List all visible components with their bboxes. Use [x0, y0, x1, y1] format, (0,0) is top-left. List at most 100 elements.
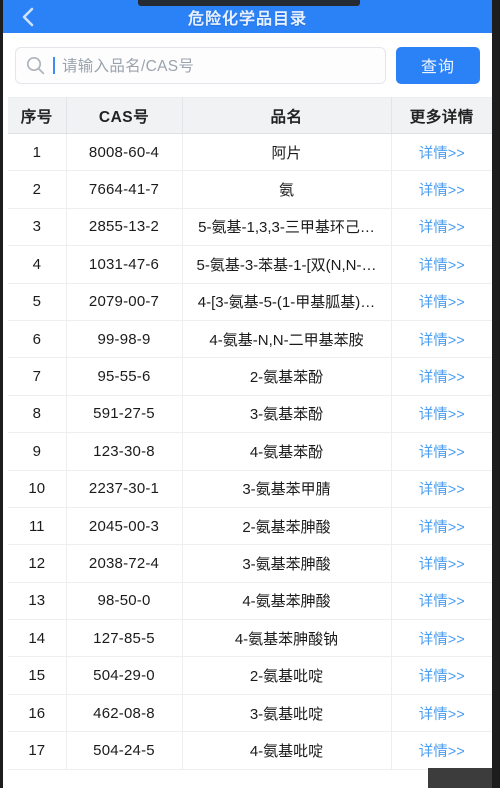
table-row[interactable]: 12 2038-72-4 3-氨基苯胂酸 详情>>: [8, 544, 492, 583]
table-row[interactable]: 6 99-98-9 4-氨基-N,N-二甲基苯胺 详情>>: [8, 320, 492, 359]
table-row[interactable]: 7 95-55-6 2-氨基苯酚 详情>>: [8, 357, 492, 396]
table-row[interactable]: 8 591-27-5 3-氨基苯酚 详情>>: [8, 395, 492, 434]
detail-link[interactable]: 详情>>: [391, 619, 492, 658]
cell-product-name: 5-氨基-1,3,3-三甲基环己…: [182, 208, 392, 247]
cell-index: 10: [8, 470, 67, 508]
detail-link[interactable]: 详情>>: [391, 582, 492, 621]
search-icon: [26, 56, 45, 75]
table-row[interactable]: 9 123-30-8 4-氨基苯酚 详情>>: [8, 432, 492, 471]
table-row[interactable]: 3 2855-13-2 5-氨基-1,3,3-三甲基环己… 详情>>: [8, 208, 492, 247]
detail-link[interactable]: 详情>>: [391, 694, 492, 733]
cell-product-name: 3-氨基苯甲腈: [182, 470, 392, 508]
cell-product-name: 4-氨基苯胂酸钠: [182, 619, 392, 658]
detail-link[interactable]: 详情>>: [391, 470, 492, 508]
table-row[interactable]: 11 2045-00-3 2-氨基苯胂酸 详情>>: [8, 507, 492, 546]
detail-link[interactable]: 详情>>: [391, 170, 492, 209]
search-input[interactable]: 请输入品名/CAS号: [15, 46, 386, 84]
table-row[interactable]: 2 7664-41-7 氨详情>>: [8, 170, 492, 209]
column-header-index: 序号: [8, 97, 67, 134]
cell-index: 2: [8, 170, 67, 209]
table-row[interactable]: 15 504-29-0 2-氨基吡啶 详情>>: [8, 656, 492, 695]
cell-cas-number: 591-27-5: [66, 395, 183, 434]
cell-index: 12: [8, 544, 67, 583]
cell-cas-number: 99-98-9: [66, 320, 183, 359]
table-row[interactable]: 16 462-08-8 3-氨基吡啶 详情>>: [8, 694, 492, 733]
cell-product-name: 2-氨基吡啶: [182, 656, 392, 695]
cell-cas-number: 8008-60-4: [66, 133, 183, 172]
cell-cas-number: 2038-72-4: [66, 544, 183, 583]
cell-product-name: 3-氨基吡啶: [182, 694, 392, 733]
detail-link[interactable]: 详情>>: [391, 357, 492, 396]
cell-product-name: 5-氨基-3-苯基-1-[双(N,N-…: [182, 245, 392, 284]
table-row[interactable]: 13 98-50-0 4-氨基苯胂酸 详情>>: [8, 582, 492, 621]
cell-cas-number: 462-08-8: [66, 694, 183, 733]
table-row[interactable]: 1 8008-60-4 阿片 详情>>: [8, 133, 492, 172]
detail-link[interactable]: 详情>>: [391, 283, 492, 321]
cell-cas-number: 127-85-5: [66, 619, 183, 658]
cell-cas-number: 2855-13-2: [66, 208, 183, 247]
detail-link[interactable]: 详情>>: [391, 656, 492, 695]
column-header-name: 品名: [182, 97, 392, 134]
back-button[interactable]: [13, 0, 43, 33]
text-caret: [53, 56, 55, 74]
page-title: 危险化学品目录: [187, 10, 307, 28]
cell-index: 3: [8, 208, 67, 247]
table-body: 1 8008-60-4 阿片 详情>> 2 7664-41-7 氨详情>> 3 2855-13-…: [8, 133, 492, 770]
cell-cas-number: 2079-00-7: [66, 283, 183, 321]
cell-product-name: 4-[3-氨基-5-(1-甲基胍基)…: [182, 283, 392, 321]
detail-link[interactable]: 详情>>: [391, 432, 492, 471]
phone-notch: [138, 0, 360, 6]
search-bar: 请输入品名/CAS号 查询: [3, 33, 492, 97]
chevron-left-icon: [21, 6, 35, 28]
table-row[interactable]: 4 1031-47-6 5-氨基-3-苯基-1-[双(N,N-… 详情>>: [8, 245, 492, 284]
cell-cas-number: 95-55-6: [66, 357, 183, 396]
cell-cas-number: 2045-00-3: [66, 507, 183, 546]
cell-product-name: 3-氨基苯胂酸: [182, 544, 392, 583]
detail-link[interactable]: 详情>>: [391, 395, 492, 434]
table-row[interactable]: 5 2079-00-7 4-[3-氨基-5-(1-甲基胍基)… 详情>>: [8, 283, 492, 321]
table-row[interactable]: 17 504-24-5 4-氨基吡啶 详情>>: [8, 731, 492, 770]
detail-link[interactable]: 详情>>: [391, 544, 492, 583]
cell-index: 5: [8, 283, 67, 321]
cell-index: 14: [8, 619, 67, 658]
app-screen: 危险化学品目录 请输入品名/CAS号 查询 序号 CAS号 品名 更多详情 1 …: [0, 0, 500, 788]
cell-product-name: 阿片: [182, 133, 392, 172]
catalog-table-container[interactable]: 序号 CAS号 品名 更多详情 1 8008-60-4 阿片 详情>> 2 7664-41…: [8, 97, 492, 788]
table-header: 序号 CAS号 品名 更多详情: [8, 97, 492, 134]
cell-index: 11: [8, 507, 67, 546]
cell-product-name: 氨: [182, 170, 392, 209]
detail-link[interactable]: 详情>>: [391, 731, 492, 770]
cell-index: 9: [8, 432, 67, 471]
cell-index: 16: [8, 694, 67, 733]
cell-product-name: 4-氨基苯酚: [182, 432, 392, 471]
detail-link[interactable]: 详情>>: [391, 320, 492, 359]
cell-index: 17: [8, 731, 67, 770]
cell-index: 4: [8, 245, 67, 284]
cell-index: 7: [8, 357, 67, 396]
cell-cas-number: 123-30-8: [66, 432, 183, 471]
column-header-cas: CAS号: [66, 97, 183, 134]
cell-product-name: 2-氨基苯酚: [182, 357, 392, 396]
table-row[interactable]: 10 2237-30-1 3-氨基苯甲腈 详情>>: [8, 470, 492, 508]
cell-index: 13: [8, 582, 67, 621]
search-placeholder: 请输入品名/CAS号: [62, 58, 195, 75]
bottom-right-overlay: [428, 768, 492, 788]
detail-link[interactable]: 详情>>: [391, 245, 492, 284]
cell-product-name: 4-氨基吡啶: [182, 731, 392, 770]
cell-index: 1: [8, 133, 67, 172]
catalog-table: 序号 CAS号 品名 更多详情 1 8008-60-4 阿片 详情>> 2 7664-41…: [8, 97, 492, 770]
detail-link[interactable]: 详情>>: [391, 507, 492, 546]
table-header-row: 序号 CAS号 品名 更多详情: [8, 97, 492, 134]
column-header-details: 更多详情: [391, 97, 492, 134]
cell-index: 6: [8, 320, 67, 359]
table-row[interactable]: 14 127-85-5 4-氨基苯胂酸钠 详情>>: [8, 619, 492, 658]
detail-link[interactable]: 详情>>: [391, 133, 492, 172]
cell-cas-number: 98-50-0: [66, 582, 183, 621]
cell-product-name: 4-氨基-N,N-二甲基苯胺: [182, 320, 392, 359]
cell-cas-number: 1031-47-6: [66, 245, 183, 284]
cell-cas-number: 504-29-0: [66, 656, 183, 695]
detail-link[interactable]: 详情>>: [391, 208, 492, 247]
cell-cas-number: 7664-41-7: [66, 170, 183, 209]
search-submit-button[interactable]: 查询: [396, 46, 480, 84]
cell-index: 8: [8, 395, 67, 434]
